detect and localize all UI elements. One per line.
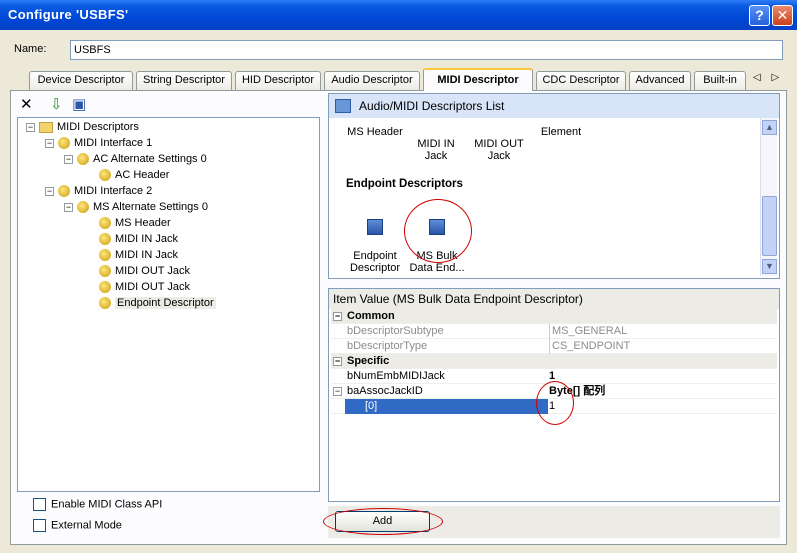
- tree-node[interactable]: MIDI IN Jack: [99, 231, 178, 247]
- tab-midi-descriptor[interactable]: MIDI Descriptor: [423, 68, 533, 91]
- speaker-icon: [77, 201, 89, 214]
- speaker-icon: [99, 265, 111, 278]
- item-value-header: Item Value (MS Bulk Data Endpoint Descri…: [329, 289, 779, 309]
- descriptors-list-header: Audio/MIDI Descriptors List: [329, 94, 779, 118]
- tab-hid-descriptor[interactable]: HID Descriptor: [235, 71, 321, 90]
- scroll-down-icon[interactable]: ▼: [762, 259, 777, 274]
- speaker-icon: [58, 137, 70, 150]
- speaker-icon: [99, 281, 111, 294]
- ms-header-item[interactable]: MS Header: [343, 126, 407, 138]
- speaker-icon: [99, 249, 111, 262]
- speaker-icon: [99, 169, 111, 182]
- endpoint-descriptor-item[interactable]: Endpoint Descriptor: [345, 207, 405, 274]
- endpoint-descriptors-title: Endpoint Descriptors: [346, 178, 463, 190]
- midi-out-jack-item[interactable]: MIDI OUT Jack: [470, 126, 528, 162]
- property-row[interactable]: bDescriptorSubtype MS_GENERAL: [331, 324, 777, 339]
- close-button[interactable]: ✕: [772, 5, 793, 26]
- descriptor-list-icon: [335, 99, 351, 113]
- tree-node[interactable]: MIDI OUT Jack: [99, 263, 190, 279]
- speaker-icon: [99, 297, 111, 310]
- tree-node-selected[interactable]: Endpoint Descriptor: [99, 295, 216, 311]
- speaker-icon: [77, 153, 89, 166]
- tree-node[interactable]: MS Header: [99, 215, 171, 231]
- property-row[interactable]: bDescriptorType CS_ENDPOINT: [331, 339, 777, 354]
- speaker-icon: [58, 185, 70, 198]
- tree-node[interactable]: − MIDI Descriptors: [26, 119, 139, 135]
- name-label: Name:: [14, 43, 47, 55]
- tab-strip: Device Descriptor String Descriptor HID …: [0, 68, 797, 91]
- tree-node[interactable]: AC Header: [99, 167, 169, 183]
- tree-toolbar: ✕ ⇩ ▣: [16, 93, 196, 115]
- delete-icon[interactable]: ✕: [20, 95, 33, 113]
- tree-node[interactable]: − MS Alternate Settings 0: [64, 199, 208, 215]
- tab-built-in[interactable]: Built-in: [694, 71, 746, 90]
- annotation-circle: [536, 381, 574, 425]
- tree-node[interactable]: − MIDI Interface 1: [45, 135, 152, 151]
- descriptors-scrollbar[interactable]: ▲ ▼: [760, 118, 777, 276]
- property-category-common[interactable]: − Common: [331, 309, 777, 324]
- tree-node[interactable]: − AC Alternate Settings 0: [64, 151, 207, 167]
- name-input[interactable]: USBFS: [70, 40, 783, 60]
- folder-icon: [39, 121, 53, 133]
- save-icon[interactable]: ▣: [72, 95, 86, 113]
- annotation-circle: [323, 508, 443, 535]
- help-button[interactable]: ?: [749, 5, 770, 26]
- scroll-up-icon[interactable]: ▲: [762, 120, 777, 135]
- tab-device-descriptor[interactable]: Device Descriptor: [29, 71, 133, 90]
- title-bar: Configure 'USBFS': [0, 0, 797, 30]
- tab-string-descriptor[interactable]: String Descriptor: [136, 71, 232, 90]
- tab-advanced[interactable]: Advanced: [629, 71, 691, 90]
- tab-audio-descriptor[interactable]: Audio Descriptor: [324, 71, 420, 90]
- midi-in-jack-item[interactable]: MIDI IN Jack: [410, 126, 462, 162]
- tab-scroll-arrows[interactable]: ◁ ▷: [753, 72, 783, 83]
- enable-midi-class-api-option[interactable]: Enable MIDI Class API: [33, 498, 162, 511]
- window-title: Configure 'USBFS': [8, 7, 129, 22]
- tree-node[interactable]: MIDI OUT Jack: [99, 279, 190, 295]
- external-mode-option[interactable]: External Mode: [33, 519, 122, 532]
- property-category-specific[interactable]: − Specific: [331, 354, 777, 369]
- annotation-circle: [404, 199, 472, 263]
- external-mode-checkbox[interactable]: [33, 519, 46, 532]
- tree-node[interactable]: − MIDI Interface 2: [45, 183, 152, 199]
- enable-midi-class-api-checkbox[interactable]: [33, 498, 46, 511]
- tab-cdc-descriptor[interactable]: CDC Descriptor: [536, 71, 626, 90]
- speaker-icon: [99, 217, 111, 230]
- move-down-icon[interactable]: ⇩: [50, 95, 63, 113]
- element-item[interactable]: Element: [536, 126, 586, 138]
- scroll-thumb[interactable]: [762, 196, 777, 256]
- speaker-icon: [99, 233, 111, 246]
- tree-node[interactable]: MIDI IN Jack: [99, 247, 178, 263]
- endpoint-icon: [367, 219, 383, 235]
